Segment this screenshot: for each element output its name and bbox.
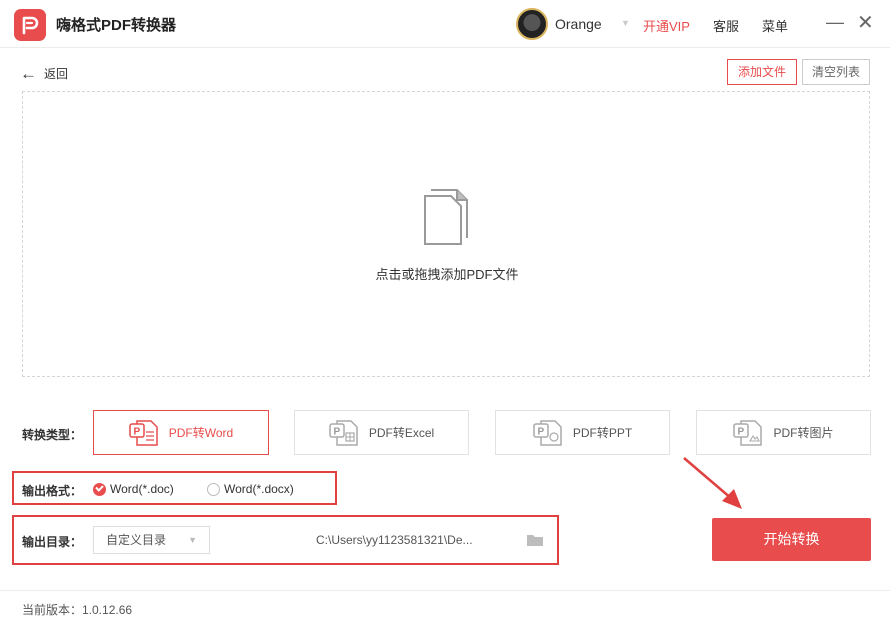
user-avatar[interactable]: [516, 8, 548, 40]
svg-text:P: P: [133, 426, 140, 437]
back-label: 返回: [44, 66, 69, 81]
file-drop-zone[interactable]: 点击或拖拽添加PDF文件: [22, 91, 870, 377]
output-dir-path: C:\Users\yy1123581321\De...: [316, 533, 473, 547]
drop-zone-hint: 点击或拖拽添加PDF文件: [375, 267, 519, 282]
conversion-type-label: 转换类型：: [22, 428, 83, 442]
user-name[interactable]: Orange: [555, 16, 602, 32]
close-icon[interactable]: ✕: [857, 10, 874, 35]
output-dir-label: 输出目录：: [22, 535, 83, 549]
conversion-option-label: PDF转Excel: [368, 426, 435, 440]
conversion-option-label: PDF转PPT: [572, 426, 633, 440]
svg-text:P: P: [537, 426, 544, 437]
add-file-button[interactable]: 添加文件: [727, 59, 797, 85]
ppt-doc-icon: P: [533, 419, 562, 446]
minimize-icon[interactable]: —: [826, 12, 844, 33]
app-logo-icon: [14, 9, 46, 41]
output-dir-select-value: 自定义目录: [106, 533, 167, 547]
image-doc-icon: P: [733, 419, 763, 446]
menu-link[interactable]: 菜单: [762, 16, 788, 35]
svg-text:P: P: [738, 426, 745, 437]
status-bar: 当前版本：1.0.12.66: [0, 590, 890, 625]
word-doc-icon: P: [129, 419, 158, 446]
radio-checked-icon: [93, 482, 106, 496]
chevron-down-icon: ▼: [188, 535, 197, 545]
folder-icon[interactable]: [526, 533, 544, 547]
radio-unchecked-icon: [207, 482, 220, 496]
title-bar: 嗨格式PDF转换器 Orange ▼ 开通VIP 客服 菜单 — ✕: [0, 0, 890, 48]
conversion-option-word[interactable]: P PDF转Word: [93, 410, 269, 455]
output-format-label: 输出格式：: [22, 484, 83, 498]
version-text: 当前版本：1.0.12.66: [22, 603, 133, 617]
format-radio-label: Word(*.docx): [224, 482, 294, 496]
app-title: 嗨格式PDF转换器: [56, 17, 177, 34]
output-dir-select[interactable]: 自定义目录 ▼: [93, 526, 210, 554]
excel-doc-icon: P: [329, 419, 358, 446]
start-convert-button[interactable]: 开始转换: [712, 518, 871, 561]
back-button[interactable]: ← 返回: [20, 63, 68, 83]
conversion-option-excel[interactable]: P PDF转Excel: [294, 410, 469, 455]
vip-link[interactable]: 开通VIP: [643, 16, 690, 35]
annotation-arrow-icon: [683, 457, 742, 509]
format-radio-docx[interactable]: Word(*.docx): [207, 482, 294, 496]
conversion-option-label: PDF转图片: [773, 426, 834, 440]
clear-list-button[interactable]: 清空列表: [802, 59, 870, 85]
customer-service-link[interactable]: 客服: [713, 16, 739, 35]
svg-text:P: P: [333, 426, 340, 437]
conversion-option-image[interactable]: P PDF转图片: [696, 410, 871, 455]
conversion-option-label: PDF转Word: [168, 426, 234, 440]
format-radio-doc[interactable]: Word(*.doc): [93, 482, 174, 496]
back-arrow-icon: ←: [20, 63, 37, 83]
user-dropdown-caret-icon[interactable]: ▼: [621, 18, 630, 28]
conversion-option-ppt[interactable]: P PDF转PPT: [495, 410, 670, 455]
format-radio-label: Word(*.doc): [110, 482, 174, 496]
document-stack-icon: [424, 189, 468, 245]
